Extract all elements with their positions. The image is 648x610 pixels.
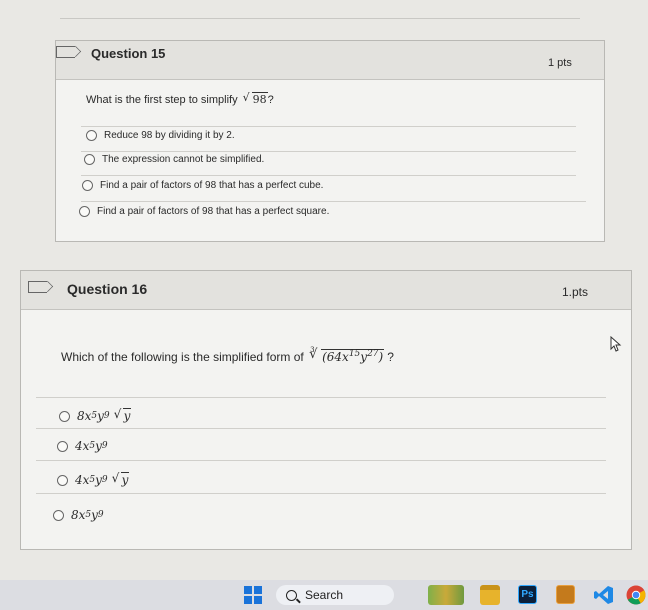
flag-icon[interactable] xyxy=(28,281,47,293)
vscode-icon[interactable] xyxy=(594,585,614,605)
windows-start-icon[interactable] xyxy=(244,586,262,604)
question-15-prompt: What is the first step to simplify √ 98 ? xyxy=(86,91,274,106)
x-exponent: 15 xyxy=(348,349,361,359)
close-paren: ) xyxy=(378,350,384,364)
answer-label: Find a pair of factors of 98 that has a … xyxy=(97,206,330,217)
radical-sign-icon: √ xyxy=(111,471,120,485)
question-15-prompt-text: What is the first step to simplify xyxy=(86,94,238,106)
question-16-card: Question 16 1.pts Which of the following… xyxy=(20,270,632,550)
cube-root-expression: √ 3 (64x15y27) xyxy=(309,346,385,364)
y-variable: y xyxy=(91,508,98,522)
radio-button[interactable] xyxy=(79,206,90,217)
q15-answer-2[interactable]: The expression cannot be simplified. xyxy=(84,154,264,165)
question-16-header: Question 16 1.pts xyxy=(21,271,631,310)
question-16-title: Question 16 xyxy=(67,281,148,297)
radio-button[interactable] xyxy=(59,410,70,422)
radicand-base: (64x xyxy=(322,350,349,364)
answer-label: The expression cannot be simplified. xyxy=(102,154,265,165)
question-15-header: Question 15 1 pts xyxy=(56,41,604,80)
answer-coefficient: 8x xyxy=(77,409,92,423)
question-16-prompt-text: Which of the following is the simplified… xyxy=(61,350,304,364)
radicand: (64x15y27) xyxy=(321,349,385,364)
q15-answer-3[interactable]: Find a pair of factors of 98 that has a … xyxy=(82,180,323,191)
question-15-points: 1 pts xyxy=(548,57,572,69)
y-variable: y xyxy=(95,473,102,487)
file-explorer-icon[interactable] xyxy=(480,585,500,605)
divider xyxy=(81,151,576,152)
y-exponent: 9 xyxy=(101,441,108,451)
divider xyxy=(36,493,606,494)
q16-answer-2[interactable]: 4x 5 y 9 xyxy=(57,439,108,453)
flag-icon[interactable] xyxy=(56,46,75,58)
question-15-title: Question 15 xyxy=(91,46,166,61)
radio-button[interactable] xyxy=(57,474,68,486)
question-16-prompt: Which of the following is the simplified… xyxy=(61,346,394,364)
question-mark: ? xyxy=(387,350,394,364)
q15-answer-4[interactable]: Find a pair of factors of 98 that has a … xyxy=(79,206,329,217)
square-root-98: √ 98 xyxy=(242,91,268,106)
answer-coefficient: 4x xyxy=(75,473,90,487)
radio-button[interactable] xyxy=(57,440,68,452)
divider xyxy=(81,201,586,202)
q16-answer-4[interactable]: 8x 5 y 9 xyxy=(53,508,104,522)
y-variable: y xyxy=(95,439,102,453)
photoshop-icon[interactable]: Ps xyxy=(518,585,537,604)
radical-sign-icon: √ xyxy=(242,91,250,104)
previous-question-border xyxy=(60,18,580,19)
square-root: √ y xyxy=(113,407,132,423)
search-label: Search xyxy=(305,588,344,602)
photoshop-label: Ps xyxy=(521,589,534,600)
search-icon xyxy=(286,589,297,601)
widgets-icon[interactable] xyxy=(428,585,464,605)
root-radicand: y xyxy=(120,472,130,487)
root-index: 3 xyxy=(310,346,315,354)
square-root: √ y xyxy=(111,471,130,487)
chrome-icon[interactable] xyxy=(626,585,646,605)
y-exponent: 9 xyxy=(103,411,110,421)
question-15-card: Question 15 1 pts What is the first step… xyxy=(55,40,605,242)
radio-button[interactable] xyxy=(82,180,93,191)
divider xyxy=(81,175,576,176)
answer-coefficient: 8x xyxy=(71,508,86,522)
y-exponent: 9 xyxy=(101,475,108,485)
radicand: 98 xyxy=(251,92,268,106)
answer-label: Reduce 98 by dividing it by 2. xyxy=(104,130,235,141)
answer-coefficient: 4x xyxy=(75,439,90,453)
root-radicand: y xyxy=(122,408,132,423)
answer-label: Find a pair of factors of 98 that has a … xyxy=(100,180,324,191)
radio-button[interactable] xyxy=(53,509,64,521)
q16-answer-1[interactable]: 8x 5 y 9 √ y xyxy=(59,407,132,423)
divider xyxy=(36,460,606,461)
taskbar: Search Ps xyxy=(0,580,648,610)
taskbar-search-box[interactable]: Search xyxy=(276,585,394,605)
app-icon[interactable] xyxy=(556,585,575,604)
divider xyxy=(81,126,576,127)
mouse-cursor-icon xyxy=(610,336,622,352)
divider xyxy=(36,428,606,429)
question-mark: ? xyxy=(267,94,274,106)
q15-answer-1[interactable]: Reduce 98 by dividing it by 2. xyxy=(86,130,235,141)
y-exponent: 9 xyxy=(97,510,104,520)
radio-button[interactable] xyxy=(84,154,95,165)
divider xyxy=(36,397,606,398)
question-16-points: 1.pts xyxy=(562,285,589,299)
y-exponent: 27 xyxy=(367,349,379,359)
q16-answer-3[interactable]: 4x 5 y 9 √ y xyxy=(57,471,130,487)
y-variable: y xyxy=(97,409,104,423)
radio-button[interactable] xyxy=(86,130,97,141)
radical-sign-icon: √ xyxy=(113,407,122,421)
